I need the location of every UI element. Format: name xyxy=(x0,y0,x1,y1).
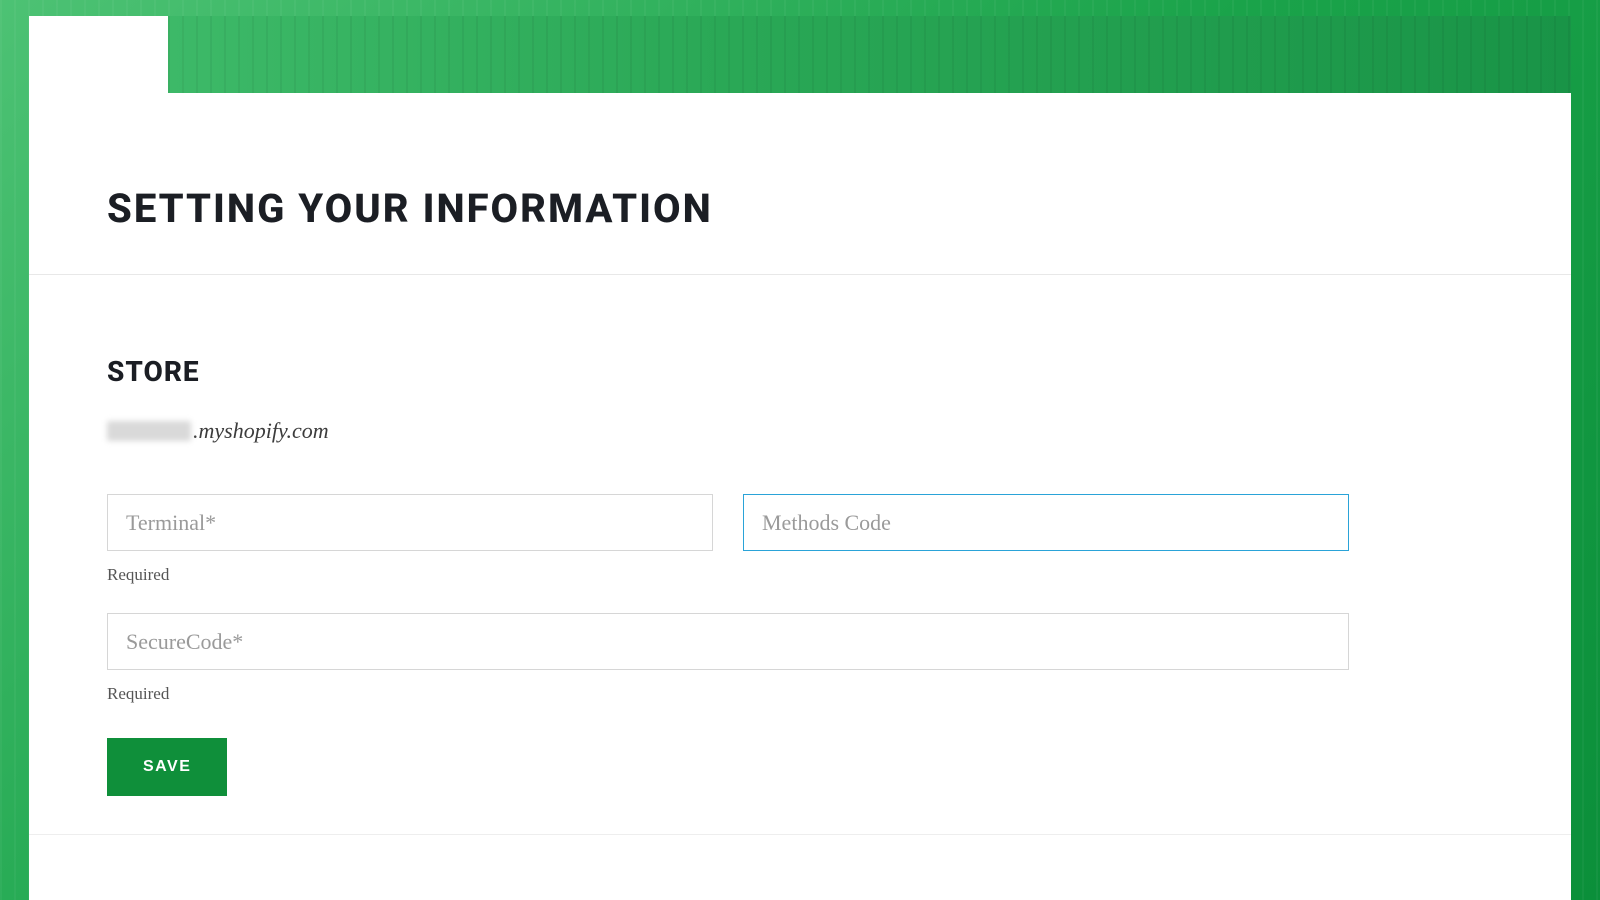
secure-code-input[interactable] xyxy=(107,613,1349,670)
header-divider xyxy=(29,274,1571,275)
terminal-field: Required xyxy=(107,494,713,585)
store-section-title: STORE xyxy=(107,355,1493,388)
page-title: SETTING YOUR INFORMATION xyxy=(107,93,1493,274)
top-banner xyxy=(168,16,1571,93)
store-domain: .myshopify.com xyxy=(107,418,1493,444)
form-actions: SAVE xyxy=(107,738,1493,796)
secure-code-field: Required xyxy=(107,613,1349,704)
page-card: SETTING YOUR INFORMATION STORE .myshopif… xyxy=(29,16,1571,900)
form-grid: Required Required xyxy=(107,494,1349,704)
section-bottom-divider xyxy=(29,834,1571,835)
terminal-helper: Required xyxy=(107,565,713,585)
store-subdomain-redacted xyxy=(107,421,191,441)
secure-code-helper: Required xyxy=(107,684,1349,704)
store-domain-suffix: .myshopify.com xyxy=(193,418,329,443)
terminal-input[interactable] xyxy=(107,494,713,551)
save-button[interactable]: SAVE xyxy=(107,738,227,796)
methods-code-input[interactable] xyxy=(743,494,1349,551)
methods-code-field xyxy=(743,494,1349,585)
content-area: SETTING YOUR INFORMATION STORE .myshopif… xyxy=(29,93,1571,900)
